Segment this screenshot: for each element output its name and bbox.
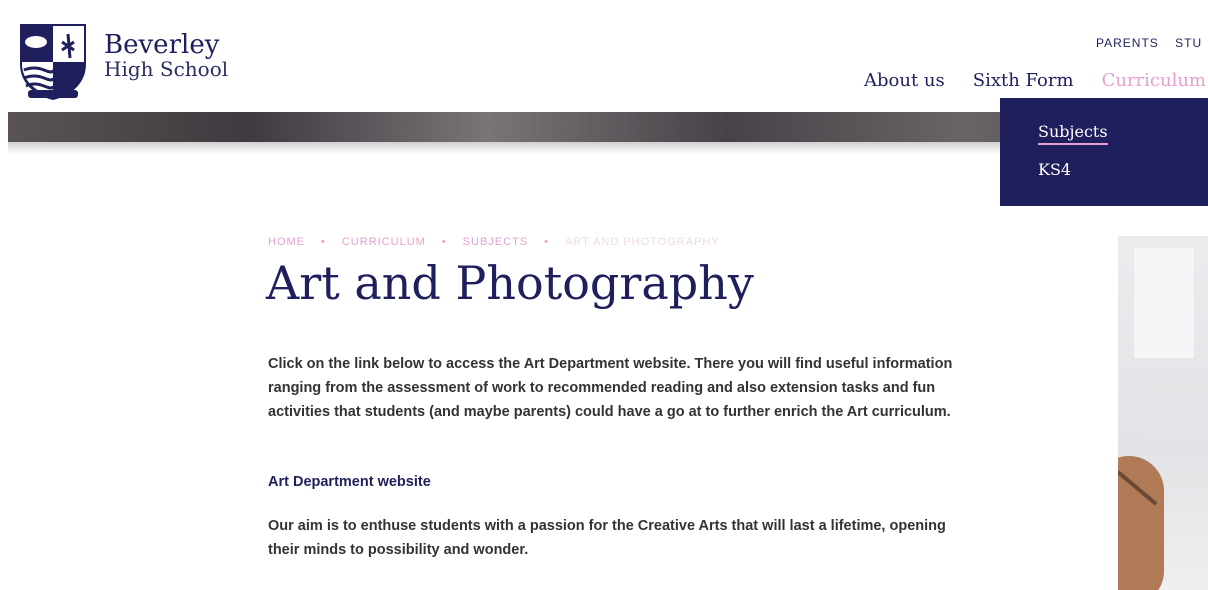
logo[interactable]: Beverley High School: [16, 20, 228, 102]
main-nav: About us Sixth Form Curriculum: [864, 70, 1208, 91]
side-photo-document: [1134, 248, 1194, 358]
school-name-subtitle: High School: [104, 57, 229, 82]
breadcrumb-separator: •: [544, 236, 549, 248]
side-photo: [1118, 236, 1208, 590]
curriculum-dropdown: Subjects KS4: [1000, 98, 1208, 206]
breadcrumb-subjects[interactable]: SUBJECTS: [463, 236, 528, 248]
nav-link-students[interactable]: STU: [1175, 36, 1202, 50]
breadcrumb-curriculum[interactable]: CURRICULUM: [342, 236, 426, 248]
intro-paragraph: Click on the link below to access the Ar…: [268, 356, 953, 420]
aim-paragraph: Our aim is to enthuse students with a pa…: [268, 518, 946, 558]
nav-item-sixth-form[interactable]: Sixth Form: [973, 70, 1074, 91]
school-name: Beverley: [104, 30, 220, 60]
site-header: Beverley High School PARENTS STU About u…: [0, 0, 1208, 112]
nav-link-parents[interactable]: PARENTS: [1096, 36, 1159, 50]
breadcrumb-separator: •: [441, 236, 447, 248]
nav-item-about-us[interactable]: About us: [864, 70, 945, 91]
art-department-link[interactable]: Art Department website: [268, 474, 431, 490]
utility-nav: PARENTS STU: [1096, 36, 1208, 50]
breadcrumb-current: ART AND PHOTOGRAPHY: [565, 236, 720, 248]
school-crest-icon: [20, 24, 86, 100]
breadcrumb-separator: •: [321, 236, 326, 248]
breadcrumb-home[interactable]: HOME: [268, 236, 305, 248]
nav-item-curriculum[interactable]: Curriculum: [1102, 70, 1206, 91]
breadcrumb: HOME • CURRICULUM • SUBJECTS • ART AND PHOTOGR…: [268, 236, 720, 248]
dropdown-item-ks4[interactable]: KS4: [1038, 160, 1071, 179]
dropdown-item-subjects[interactable]: Subjects: [1038, 122, 1108, 145]
page-title: Art and Photography: [266, 256, 754, 310]
